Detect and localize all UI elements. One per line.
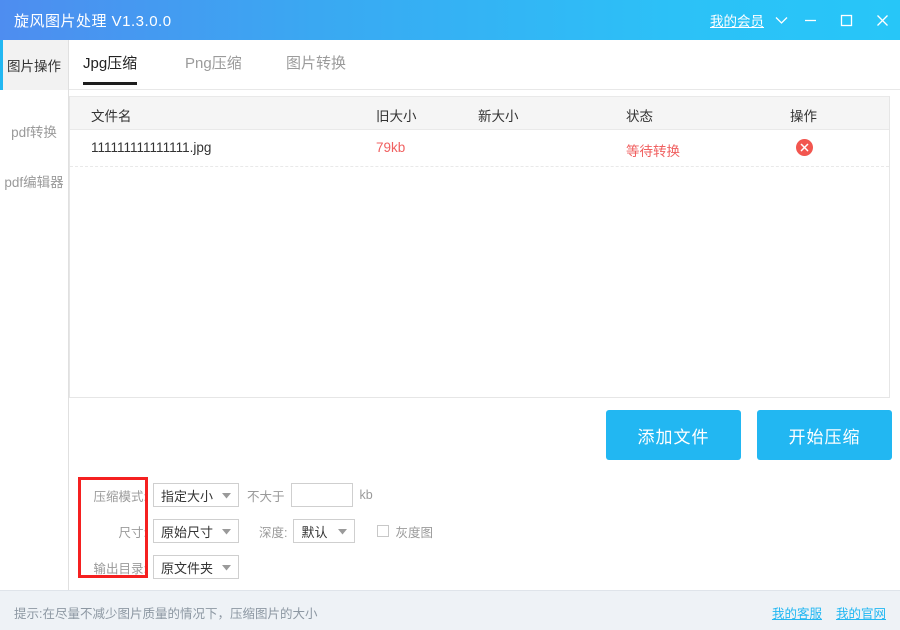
setting-row-size: 尺寸: 原始尺寸 深度: 默认 灰度图 xyxy=(69,519,433,543)
maximize-icon[interactable] xyxy=(828,0,864,40)
close-icon[interactable] xyxy=(864,0,900,40)
action-button-row: 添加文件 开始压缩 xyxy=(606,410,892,460)
compress-mode-label: 压缩模式: xyxy=(69,486,147,505)
minimize-icon[interactable] xyxy=(792,0,828,40)
chevron-down-icon xyxy=(222,493,231,499)
column-header-action: 操作 xyxy=(790,105,817,125)
output-dir-value: 原文件夹 xyxy=(154,558,213,577)
chevron-down-icon[interactable] xyxy=(770,0,792,40)
cell-filename: 111111111111111.jpg xyxy=(91,140,211,155)
sidebar-item-label: 图片操作 xyxy=(7,55,61,75)
cell-old-size: 79kb xyxy=(376,140,405,155)
sidebar-item-image-ops[interactable]: 图片操作 xyxy=(0,40,68,90)
size-label: 尺寸: xyxy=(69,522,147,541)
grayscale-label: 灰度图 xyxy=(395,522,433,541)
checkbox-box-icon xyxy=(377,525,389,537)
setting-row-output-dir: 输出目录: 原文件夹 xyxy=(69,555,239,579)
sidebar-item-label: pdf编辑器 xyxy=(4,171,63,191)
limit-label: 不大于 xyxy=(247,486,285,505)
column-header-status: 状态 xyxy=(626,105,653,125)
file-list: 文件名 旧大小 新大小 状态 操作 111111111111111.jpg 79… xyxy=(69,96,890,398)
column-header-filename: 文件名 xyxy=(91,105,132,125)
delete-icon[interactable] xyxy=(796,139,813,156)
tab-image-convert[interactable]: 图片转换 xyxy=(286,52,346,83)
depth-value: 默认 xyxy=(294,522,327,541)
start-compress-button[interactable]: 开始压缩 xyxy=(757,410,892,460)
size-value: 原始尺寸 xyxy=(154,522,213,541)
app-window: 旋风图片处理 V1.3.0.0 我的会员 图片操作 pdf转换 pd xyxy=(0,0,900,630)
kb-unit-label: kb xyxy=(360,488,373,502)
sidebar-item-pdf-convert[interactable]: pdf转换 xyxy=(0,106,68,156)
customer-service-link[interactable]: 我的客服 xyxy=(772,603,822,622)
compress-mode-select[interactable]: 指定大小 xyxy=(153,483,239,507)
chevron-down-icon xyxy=(222,565,231,571)
settings-panel: 压缩模式: 指定大小 不大于 kb 尺寸: 原始尺寸 深度: 默认 xyxy=(69,475,569,585)
grayscale-checkbox[interactable]: 灰度图 xyxy=(377,522,433,541)
footer-links: 我的客服 我的官网 xyxy=(772,603,886,622)
window-controls: 我的会员 xyxy=(710,0,900,40)
depth-select[interactable]: 默认 xyxy=(293,519,355,543)
tab-bar: Jpg压缩 Png压缩 图片转换 xyxy=(69,40,900,90)
sidebar-item-label: pdf转换 xyxy=(11,121,57,141)
add-file-button[interactable]: 添加文件 xyxy=(606,410,741,460)
my-membership-link[interactable]: 我的会员 xyxy=(710,10,764,30)
tab-png-compress[interactable]: Png压缩 xyxy=(185,52,242,83)
sidebar: 图片操作 pdf转换 pdf编辑器 xyxy=(0,40,69,590)
chevron-down-icon xyxy=(222,529,231,535)
setting-row-compress-mode: 压缩模式: 指定大小 不大于 kb xyxy=(69,483,373,507)
sidebar-spacer xyxy=(0,90,68,106)
depth-label: 深度: xyxy=(259,522,287,541)
file-list-header: 文件名 旧大小 新大小 状态 操作 xyxy=(70,96,889,130)
size-select[interactable]: 原始尺寸 xyxy=(153,519,239,543)
tab-jpg-compress[interactable]: Jpg压缩 xyxy=(83,52,137,83)
cell-status: 等待转换 xyxy=(626,140,680,160)
status-bar: 提示:在尽量不减少图片质量的情况下，压缩图片的大小 我的客服 我的官网 xyxy=(0,590,900,630)
title-bar: 旋风图片处理 V1.3.0.0 我的会员 xyxy=(0,0,900,40)
sidebar-item-pdf-editor[interactable]: pdf编辑器 xyxy=(0,156,68,206)
compress-mode-value: 指定大小 xyxy=(154,486,213,505)
column-header-old-size: 旧大小 xyxy=(376,105,417,125)
column-header-new-size: 新大小 xyxy=(478,105,519,125)
size-limit-input[interactable] xyxy=(291,483,353,507)
output-dir-label: 输出目录: xyxy=(69,558,147,577)
official-website-link[interactable]: 我的官网 xyxy=(836,603,886,622)
table-row[interactable]: 111111111111111.jpg 79kb 等待转换 xyxy=(70,130,889,167)
chevron-down-icon xyxy=(338,529,347,535)
tip-text: 提示:在尽量不减少图片质量的情况下，压缩图片的大小 xyxy=(14,603,317,622)
app-title: 旋风图片处理 V1.3.0.0 xyxy=(14,10,172,31)
output-dir-select[interactable]: 原文件夹 xyxy=(153,555,239,579)
